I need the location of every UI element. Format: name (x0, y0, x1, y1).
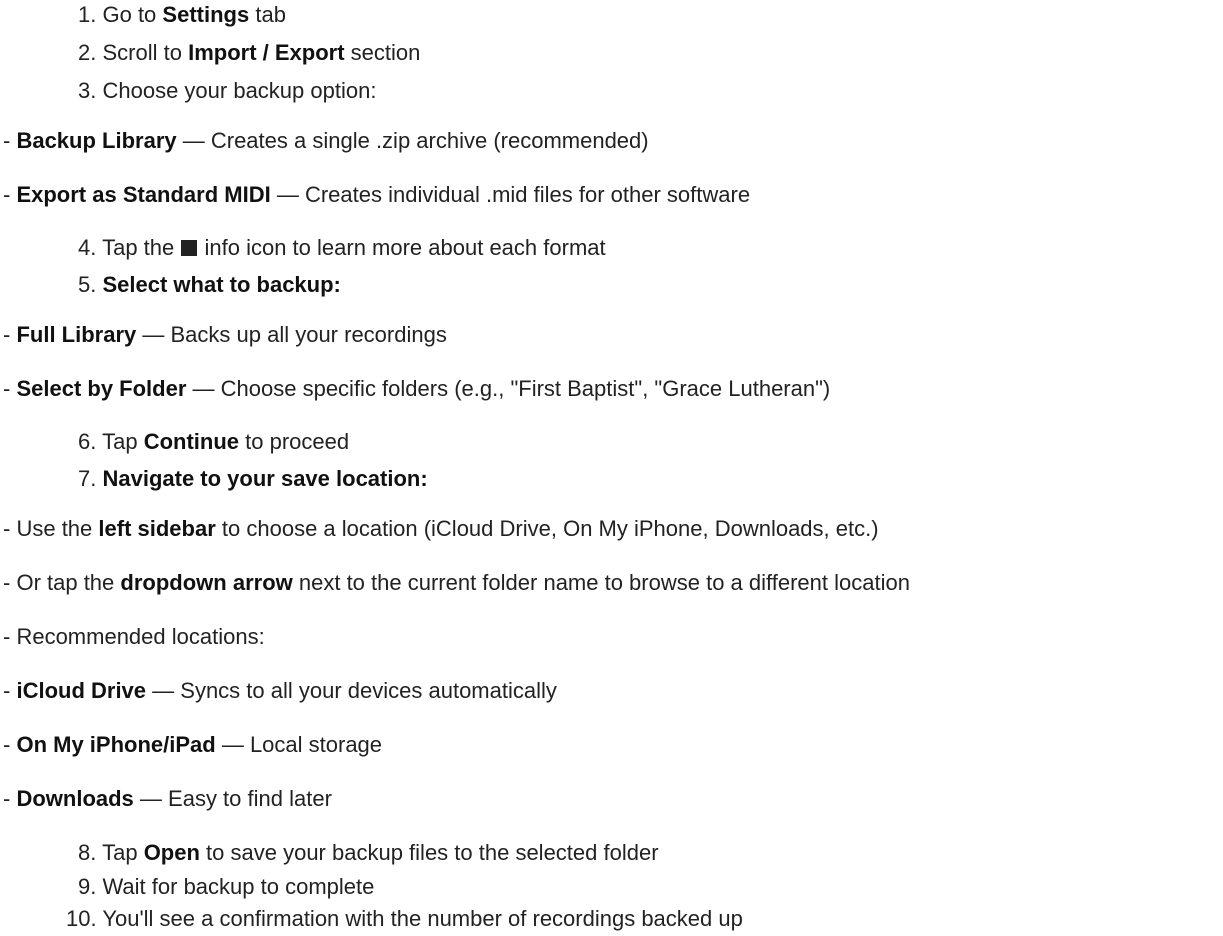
bullet-dash: - (3, 182, 11, 207)
step-number: 1. (78, 2, 97, 27)
bullet-dropdown-arrow: - Or tap the dropdown arrow next to the … (3, 570, 910, 596)
step-number: 9. (78, 874, 97, 899)
step-heading: Navigate to your save location: (102, 466, 428, 491)
bullet-backup-library: - Backup Library — Creates a single .zip… (3, 128, 649, 154)
bullet-export-midi: - Export as Standard MIDI — Creates indi… (3, 182, 750, 208)
bullet-dash: - (3, 128, 11, 153)
bullet-dash: - (3, 376, 11, 401)
bullet-title: Downloads (16, 786, 134, 811)
step-text: tab (255, 2, 286, 27)
step-6: 6. Tap Continue to proceed (78, 429, 349, 455)
bullet-downloads: - Downloads — Easy to find later (3, 786, 332, 812)
step-text: Choose your backup option: (102, 78, 377, 103)
open-label: Open (143, 840, 200, 865)
bullet-dash: - (3, 678, 11, 703)
step-10: 10. You'll see a confirmation with the n… (66, 906, 743, 932)
info-square-icon (181, 240, 198, 256)
bullet-title: left sidebar (98, 516, 216, 541)
bullet-text: Recommended locations: (16, 624, 265, 649)
step-5: 5. Select what to backup: (78, 272, 341, 298)
step-text: to save your backup files to the selecte… (206, 840, 659, 865)
bullet-full-library: - Full Library — Backs up all your recor… (3, 322, 447, 348)
step-text: Tap (102, 840, 138, 865)
import-export-label: Import / Export (188, 40, 345, 65)
bullet-text: — Backs up all your recordings (142, 322, 447, 347)
bullet-icloud-drive: - iCloud Drive — Syncs to all your devic… (3, 678, 557, 704)
bullet-dash: - (3, 516, 11, 541)
step-4: 4. Tap the info icon to learn more about… (78, 235, 606, 261)
bullet-dash: - (3, 624, 11, 649)
bullet-text: — Choose specific folders (e.g., "First … (192, 376, 831, 401)
step-8: 8. Tap Open to save your backup files to… (78, 840, 659, 866)
step-text: Scroll to (102, 40, 182, 65)
step-text: Tap the (102, 235, 175, 260)
bullet-text: — Easy to find later (139, 786, 332, 811)
backup-instructions: 1. Go to Settings tab 2. Scroll to Impor… (0, 0, 1223, 936)
bullet-dash: - (3, 570, 11, 595)
step-2: 2. Scroll to Import / Export section (78, 40, 420, 66)
step-number: 5. (78, 272, 97, 297)
step-text: You'll see a confirmation with the numbe… (102, 906, 743, 931)
step-text: section (350, 40, 421, 65)
bullet-left-sidebar: - Use the left sidebar to choose a locat… (3, 516, 879, 542)
step-number: 4. (78, 235, 97, 260)
bullet-text: Use the (16, 516, 93, 541)
step-1: 1. Go to Settings tab (78, 2, 286, 28)
bullet-title: Select by Folder (16, 376, 187, 401)
step-number: 7. (78, 466, 97, 491)
bullet-text: next to the current folder name to brows… (298, 570, 910, 595)
step-heading: Select what to backup: (102, 272, 341, 297)
bullet-title: dropdown arrow (120, 570, 293, 595)
bullet-text: — Local storage (221, 732, 383, 757)
bullet-text: — Syncs to all your devices automaticall… (152, 678, 557, 703)
bullet-select-by-folder: - Select by Folder — Choose specific fol… (3, 376, 830, 402)
step-text: to proceed (245, 429, 350, 454)
step-number: 6. (78, 429, 97, 454)
step-number: 10. (66, 906, 97, 931)
bullet-title: Export as Standard MIDI (16, 182, 271, 207)
step-text: info icon to learn more about each forma… (204, 235, 606, 260)
bullet-text: to choose a location (iCloud Drive, On M… (221, 516, 879, 541)
step-9: 9. Wait for backup to complete (78, 874, 374, 900)
step-text: Wait for backup to complete (102, 874, 375, 899)
bullet-title: On My iPhone/iPad (16, 732, 216, 757)
bullet-text: — Creates individual .mid files for othe… (276, 182, 751, 207)
step-7: 7. Navigate to your save location: (78, 466, 428, 492)
settings-tab-label: Settings (162, 2, 250, 27)
step-number: 2. (78, 40, 97, 65)
bullet-dash: - (3, 786, 11, 811)
bullet-on-my-iphone: - On My iPhone/iPad — Local storage (3, 732, 382, 758)
continue-label: Continue (143, 429, 240, 454)
bullet-text: Or tap the (16, 570, 115, 595)
step-3: 3. Choose your backup option: (78, 78, 376, 104)
step-number: 3. (78, 78, 97, 103)
step-text: Tap (102, 429, 138, 454)
bullet-dash: - (3, 322, 11, 347)
bullet-recommended-locations: - Recommended locations: (3, 624, 265, 650)
bullet-dash: - (3, 732, 11, 757)
step-text: Go to (102, 2, 157, 27)
bullet-title: Backup Library (16, 128, 177, 153)
step-number: 8. (78, 840, 97, 865)
bullet-text: — Creates a single .zip archive (recomme… (182, 128, 649, 153)
bullet-title: Full Library (16, 322, 137, 347)
bullet-title: iCloud Drive (16, 678, 147, 703)
